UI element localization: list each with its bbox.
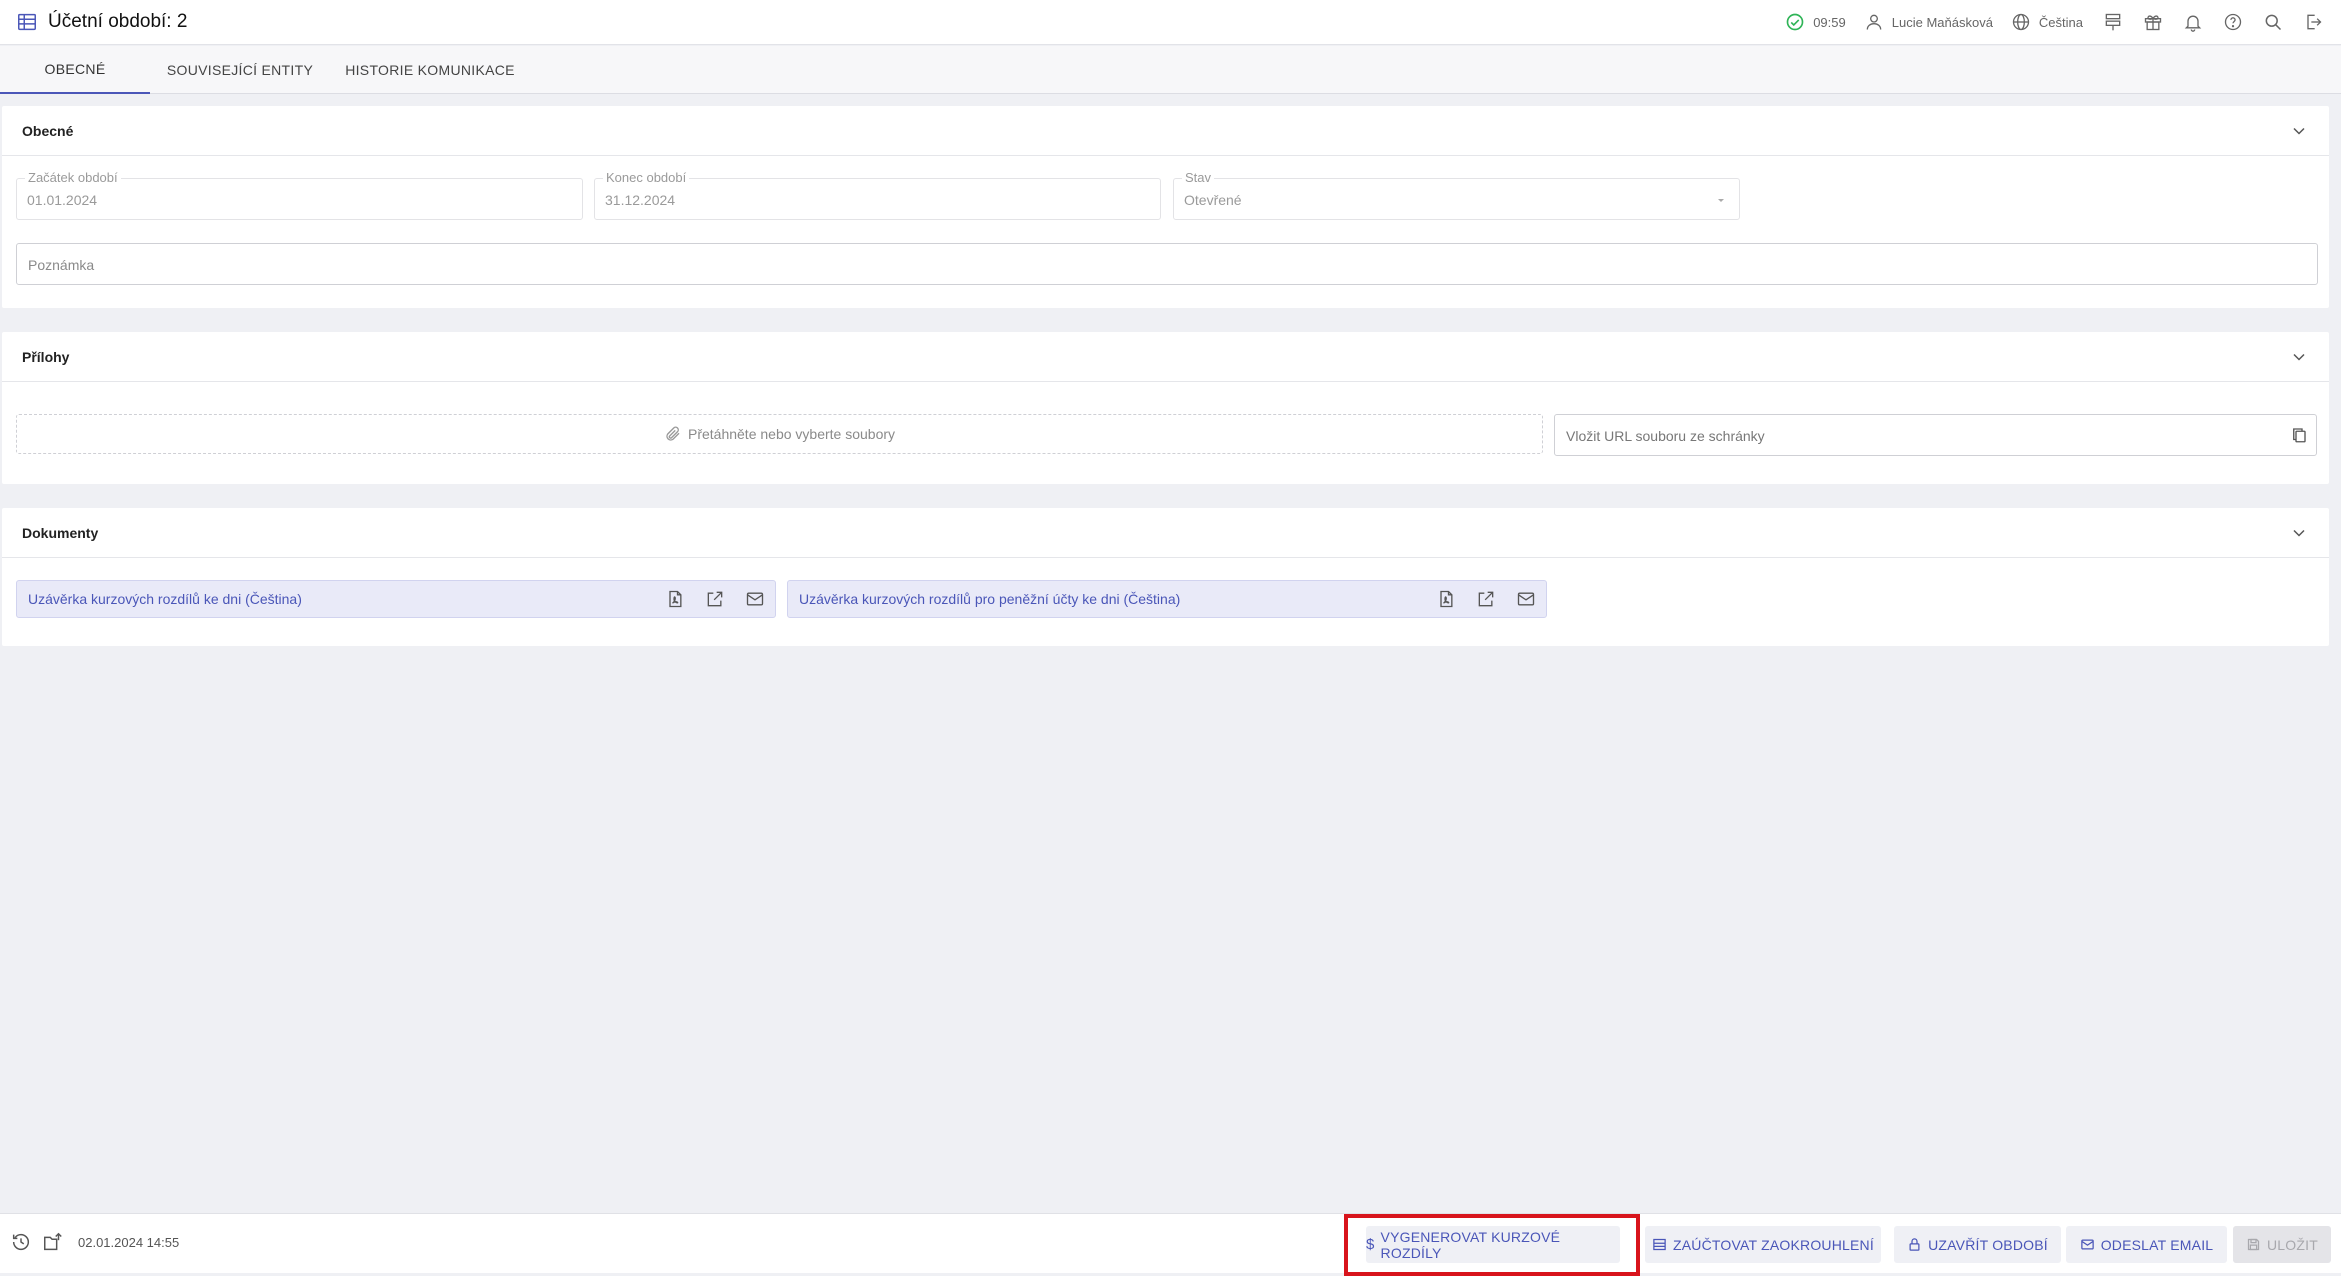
mail-icon[interactable] bbox=[745, 589, 765, 609]
button-label: ZAÚČTOVAT ZAOKROUHLENÍ bbox=[1673, 1236, 1874, 1253]
note-placeholder: Poznámka bbox=[28, 257, 95, 273]
dollar-icon: $ bbox=[1366, 1236, 1375, 1253]
post-rounding-button[interactable]: ZAÚČTOVAT ZAOKROUHLENÍ bbox=[1645, 1226, 1881, 1263]
general-section-header[interactable]: Obecné bbox=[2, 106, 2329, 156]
tab-related-entities[interactable]: SOUVISEJÍCÍ ENTITY bbox=[150, 46, 330, 94]
logout-icon[interactable] bbox=[2303, 12, 2323, 32]
field-value: 01.01.2024 bbox=[27, 192, 98, 208]
save-button[interactable]: ULOŽIT bbox=[2233, 1226, 2331, 1263]
file-dropzone[interactable]: Přetáhněte nebo vyberte soubory bbox=[16, 414, 1543, 454]
generate-exchange-differences-button[interactable]: $ VYGENEROVAT KURZOVÉ ROZDÍLY bbox=[1366, 1226, 1620, 1263]
field-value: 31.12.2024 bbox=[605, 192, 676, 208]
section-title: Obecné bbox=[22, 122, 74, 139]
url-placeholder: Vložit URL souboru ze schránky bbox=[1566, 428, 1765, 444]
tab-communication-history[interactable]: HISTORIE KOMUNIKACE bbox=[330, 46, 530, 94]
document-label: Uzávěrka kurzových rozdílů ke dni (Češti… bbox=[28, 591, 302, 607]
title-area: Účetní období: 2 bbox=[0, 11, 187, 33]
section-title: Dokumenty bbox=[22, 524, 99, 541]
user-icon bbox=[1866, 14, 1882, 30]
chevron-down-icon[interactable] bbox=[2289, 121, 2309, 141]
history-icon[interactable] bbox=[10, 1231, 32, 1253]
footer-meta: 02.01.2024 14:55 bbox=[10, 1231, 179, 1253]
check-circle-icon bbox=[1786, 13, 1804, 31]
save-icon bbox=[2247, 1238, 2260, 1251]
caret-down-icon bbox=[1718, 199, 1724, 202]
button-label: VYGENEROVAT KURZOVÉ ROZDÍLY bbox=[1380, 1228, 1561, 1261]
user-menu[interactable]: Lucie Maňásková bbox=[1864, 12, 1993, 32]
field-value: Otevřené bbox=[1184, 192, 1242, 208]
send-email-button[interactable]: ODESLAT EMAIL bbox=[2066, 1226, 2227, 1263]
field-label: Stav bbox=[1182, 170, 1215, 185]
last-modified-timestamp: 02.01.2024 14:55 bbox=[78, 1234, 180, 1250]
document-actions bbox=[645, 589, 765, 609]
document-item[interactable]: Uzávěrka kurzových rozdílů pro peněžní ú… bbox=[787, 580, 1547, 618]
document-actions bbox=[1416, 589, 1536, 609]
globe-icon bbox=[2012, 13, 2030, 31]
period-start-field[interactable]: Začátek období 01.01.2024 bbox=[16, 170, 583, 220]
button-label: ULOŽIT bbox=[2267, 1236, 2318, 1253]
mail-icon[interactable] bbox=[1516, 589, 1536, 609]
open-external-icon[interactable] bbox=[705, 589, 725, 609]
table-icon bbox=[16, 11, 38, 33]
language-label: Čeština bbox=[2038, 14, 2083, 30]
footer-bar: 02.01.2024 14:55 $ VYGENEROVAT KURZOVÉ R… bbox=[0, 1213, 2341, 1273]
page-title: Účetní období: 2 bbox=[48, 11, 188, 32]
state-select[interactable]: Stav Otevřené bbox=[1173, 170, 1740, 220]
paperclip-icon bbox=[666, 426, 680, 441]
pdf-icon[interactable] bbox=[665, 589, 685, 609]
mail-icon bbox=[2080, 1239, 2094, 1250]
header-toolbar: 09:59 Lucie Maňásková Čeština bbox=[1767, 12, 2341, 32]
session-time: 09:59 bbox=[1813, 14, 1846, 30]
period-end-field[interactable]: Konec období 31.12.2024 bbox=[594, 170, 1161, 220]
section-title: Přílohy bbox=[22, 348, 70, 365]
pdf-icon[interactable] bbox=[1436, 589, 1456, 609]
session-status[interactable]: 09:59 bbox=[1785, 12, 1846, 32]
language-selector[interactable]: Čeština bbox=[2011, 12, 2083, 32]
folder-share-icon[interactable] bbox=[42, 1231, 64, 1253]
signpost-icon[interactable] bbox=[2103, 12, 2123, 32]
tab-general[interactable]: OBECNÉ bbox=[0, 46, 150, 94]
button-label: UZAVŘÍT OBDOBÍ bbox=[1928, 1236, 2048, 1253]
lock-icon bbox=[1909, 1238, 1920, 1251]
gift-icon[interactable] bbox=[2143, 12, 2163, 32]
document-label: Uzávěrka kurzových rozdílů pro peněžní ú… bbox=[799, 591, 1181, 607]
close-period-button[interactable]: UZAVŘÍT OBDOBÍ bbox=[1894, 1226, 2061, 1263]
search-icon[interactable] bbox=[2263, 12, 2283, 32]
ledger-icon bbox=[1653, 1238, 1666, 1251]
field-label: Začátek období bbox=[25, 170, 121, 185]
paste-icon[interactable] bbox=[2290, 426, 2308, 444]
field-label: Konec období bbox=[603, 170, 690, 185]
general-section: Obecné Začátek období 01.01.2024 Konec o… bbox=[2, 106, 2329, 308]
documents-section-header[interactable]: Dokumenty bbox=[2, 508, 2329, 558]
bell-icon[interactable] bbox=[2183, 12, 2203, 32]
user-name: Lucie Maňásková bbox=[1891, 14, 1993, 30]
file-url-input[interactable]: Vložit URL souboru ze schránky bbox=[1554, 414, 2317, 456]
button-label: ODESLAT EMAIL bbox=[2100, 1236, 2214, 1253]
dropzone-text: Přetáhněte nebo vyberte soubory bbox=[687, 426, 896, 442]
chevron-down-icon[interactable] bbox=[2289, 347, 2309, 367]
top-bar: Účetní období: 2 09:59 Lucie Maňásková Č… bbox=[0, 0, 2341, 45]
note-input[interactable]: Poznámka bbox=[16, 243, 2318, 285]
chevron-down-icon[interactable] bbox=[2289, 523, 2309, 543]
help-icon[interactable] bbox=[2223, 12, 2243, 32]
open-external-icon[interactable] bbox=[1476, 589, 1496, 609]
attachments-section: Přílohy Přetáhněte nebo vyberte soubory … bbox=[2, 332, 2329, 484]
tab-bar: OBECNÉ SOUVISEJÍCÍ ENTITY HISTORIE KOMUN… bbox=[0, 46, 2341, 94]
documents-section: Dokumenty Uzávěrka kurzových rozdílů ke … bbox=[2, 508, 2329, 646]
attachments-section-header[interactable]: Přílohy bbox=[2, 332, 2329, 382]
document-item[interactable]: Uzávěrka kurzových rozdílů ke dni (Češti… bbox=[16, 580, 776, 618]
